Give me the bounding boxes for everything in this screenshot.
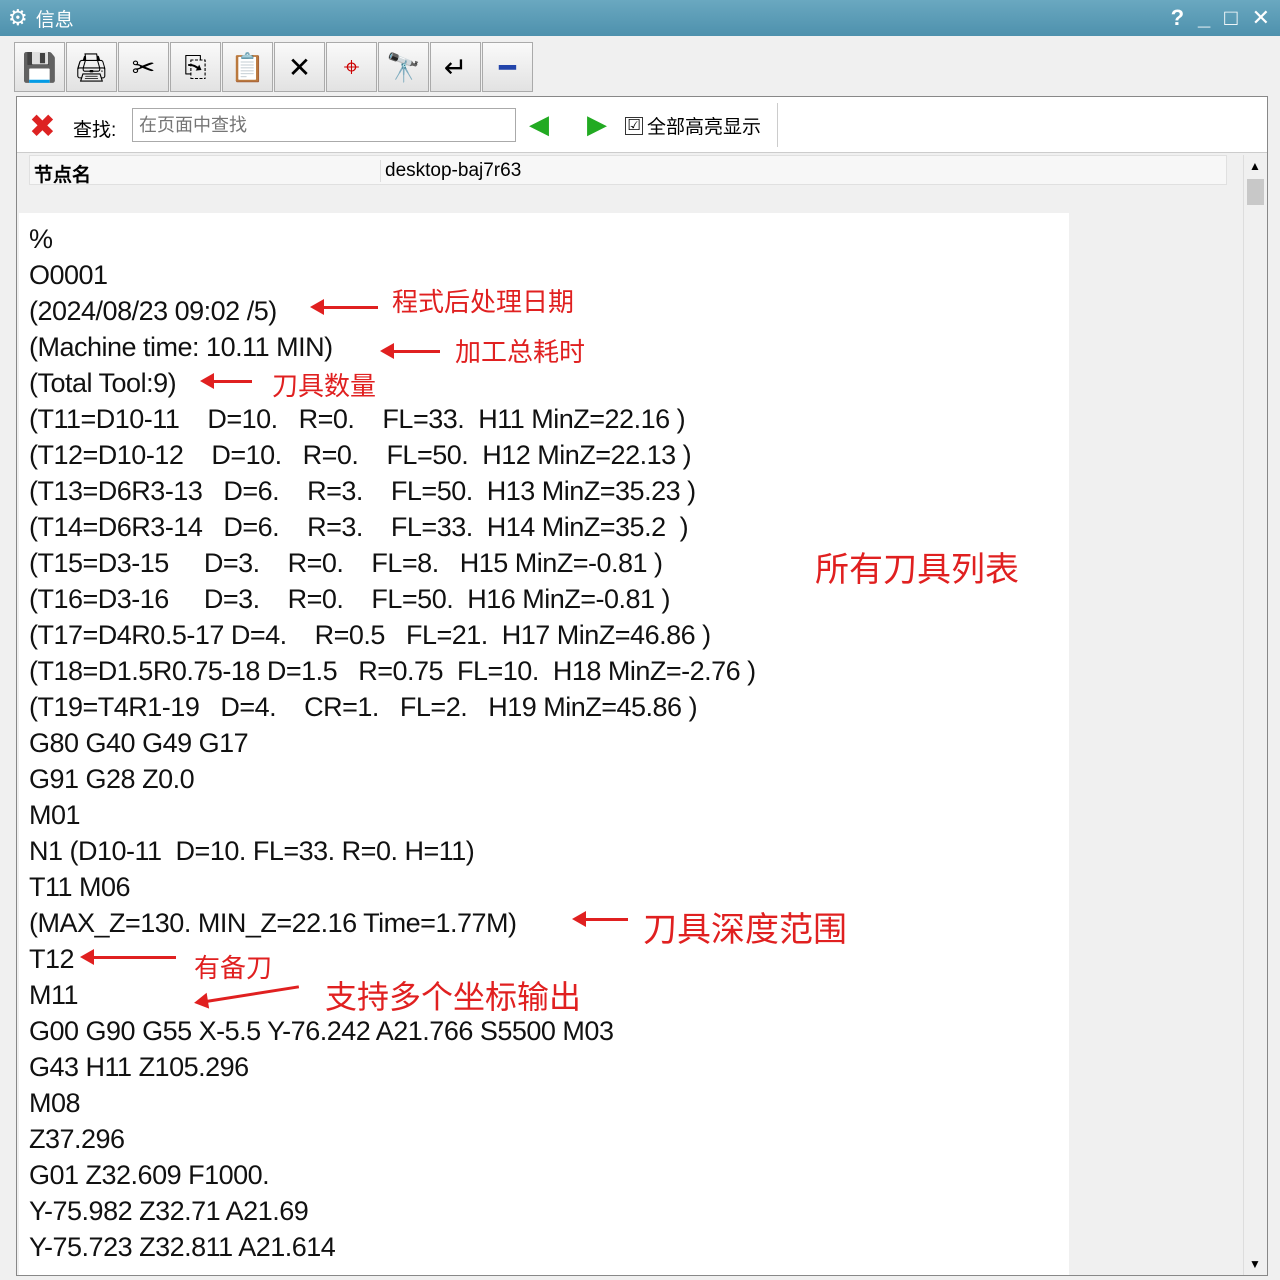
minimize-button[interactable]: ━ (482, 42, 533, 92)
find-next-icon[interactable]: ▶ (587, 109, 607, 140)
code-line: G43 H11 Z105.296 (29, 1052, 249, 1082)
code-line: (T13=D6R3-13 D=6. R=3. FL=50. H13 MinZ=3… (29, 476, 696, 506)
arrow-post-date (310, 299, 378, 315)
gear-icon[interactable]: ⚙ (8, 5, 28, 31)
code-line: (T12=D10-12 D=10. R=0. FL=50. H12 MinZ=2… (29, 440, 692, 470)
find-bar: ✖ 查找: ◀ ▶ ☑ 全部高亮显示 (17, 97, 1267, 153)
code-line: Y-75.982 Z32.71 A21.69 (29, 1196, 309, 1226)
paste-button[interactable]: 📋 (222, 42, 273, 92)
nc-code: % O0001 (2024/08/23 09:02 /5) (Machine time… (29, 221, 756, 1265)
maximize-button[interactable]: □ (1224, 5, 1237, 31)
minimize-button[interactable]: _ (1198, 5, 1210, 31)
code-line: G80 G40 G49 G17 (29, 728, 249, 758)
vertical-scrollbar[interactable]: ▲ ▼ (1243, 155, 1267, 1275)
code-line: T11 M06 (29, 872, 131, 902)
arrow-total-time (380, 343, 440, 359)
wrap-button[interactable]: ↵ (430, 42, 481, 92)
code-line: (T11=D10-11 D=10. R=0. FL=33. H11 MinZ=2… (29, 404, 686, 434)
code-line: G01 Z32.609 F1000. (29, 1160, 270, 1190)
save-button[interactable]: 💾 (14, 42, 65, 92)
output-text-area[interactable]: % O0001 (2024/08/23 09:02 /5) (Machine time… (19, 213, 1069, 1275)
code-line: Z37.296 (29, 1124, 125, 1154)
scroll-thumb[interactable] (1247, 179, 1264, 205)
code-line: M08 (29, 1088, 81, 1118)
target-icon: ⌖ (343, 50, 360, 82)
node-name-label: 节点名 (34, 165, 92, 186)
delete-button[interactable]: ✕ (274, 42, 325, 92)
code-line: (T18=D1.5R0.75-18 D=1.5 R=0.75 FL=10. H1… (29, 656, 756, 686)
highlight-all-checkbox[interactable]: ☑ 全部高亮显示 (625, 112, 761, 139)
wrap-icon: ↵ (443, 51, 468, 83)
divider (777, 103, 778, 147)
node-header: 节点名 desktop-baj7r63 (29, 155, 1227, 186)
title-bar: ⚙ 信息 ? _ □ ✕ (0, 0, 1280, 36)
info-panel: ✖ 查找: ◀ ▶ ☑ 全部高亮显示 节点名 desktop-baj7r63 %… (16, 96, 1268, 1276)
cut-button[interactable]: ✂ (118, 42, 169, 92)
scroll-down-icon[interactable]: ▼ (1249, 1257, 1261, 1271)
code-line: G91 G28 Z0.0 (29, 764, 195, 794)
code-line: N1 (D10-11 D=10. FL=33. R=0. H=11) (29, 836, 475, 866)
code-line: Y-75.723 Z32.811 A21.614 (29, 1232, 336, 1262)
toolbar: 💾 🖨 ✂ ⎘ 📋 ✕ ⌖ 🔭 ↵ ━ (14, 42, 533, 92)
close-button[interactable]: ✕ (1252, 5, 1270, 31)
find-label: 查找: (73, 120, 117, 141)
scroll-up-icon[interactable]: ▲ (1249, 159, 1261, 173)
annotation-tool-list: 所有刀具列表 (815, 551, 1019, 589)
arrow-spare-tool (80, 949, 176, 965)
help-button[interactable]: ? (1171, 5, 1184, 31)
binoculars-icon: 🔭 (386, 51, 421, 83)
annotation-tool-count: 刀具数量 (272, 371, 377, 401)
target-button[interactable]: ⌖ (326, 42, 377, 92)
save-icon: 💾 (22, 51, 57, 83)
annotation-depth-range: 刀具深度范围 (643, 911, 847, 949)
arrow-depth-range (572, 911, 628, 927)
code-line: % (29, 224, 53, 254)
checkbox-icon: ☑ (625, 116, 643, 135)
cut-icon: ✂ (131, 51, 156, 83)
paste-icon: 📋 (230, 51, 265, 83)
code-line: (T16=D3-16 D=3. R=0. FL=50. H16 MinZ=-0.… (29, 584, 671, 614)
copy-button[interactable]: ⎘ (170, 42, 221, 92)
minimize-icon: ━ (499, 51, 516, 83)
code-line: (T15=D3-15 D=3. R=0. FL=8. H15 MinZ=-0.8… (29, 548, 663, 578)
close-find-icon[interactable]: ✖ (29, 107, 56, 145)
highlight-all-label: 全部高亮显示 (647, 117, 762, 138)
print-button[interactable]: 🖨 (66, 42, 117, 92)
code-line: (Total Tool:9) (29, 368, 177, 398)
code-line: G00 G90 G55 X-5.5 Y-76.242 A21.766 S5500… (29, 1016, 614, 1046)
copy-icon: ⎘ (184, 50, 207, 82)
code-line: (T19=T4R1-19 D=4. CR=1. FL=2. H19 MinZ=4… (29, 692, 698, 722)
node-name-value: desktop-baj7r63 (380, 160, 521, 182)
arrow-tool-count (200, 373, 252, 389)
code-line: M01 (29, 800, 81, 830)
code-line: (T17=D4R0.5-17 D=4. R=0.5 FL=21. H17 Min… (29, 620, 711, 650)
find-prev-icon[interactable]: ◀ (529, 109, 549, 140)
annotation-total-time: 加工总耗时 (455, 337, 586, 367)
delete-icon: ✕ (287, 51, 312, 83)
annotation-spare-tool: 有备刀 (194, 953, 273, 983)
print-icon: 🖨 (73, 51, 110, 83)
find-input[interactable] (132, 108, 516, 142)
window-title: 信息 (35, 9, 74, 31)
annotation-multi-coord: 支持多个坐标输出 (325, 979, 582, 1015)
annotation-post-date: 程式后处理日期 (392, 287, 575, 317)
code-line: (T14=D6R3-14 D=6. R=3. FL=33. H14 MinZ=3… (29, 512, 689, 542)
binoculars-button[interactable]: 🔭 (378, 42, 429, 92)
